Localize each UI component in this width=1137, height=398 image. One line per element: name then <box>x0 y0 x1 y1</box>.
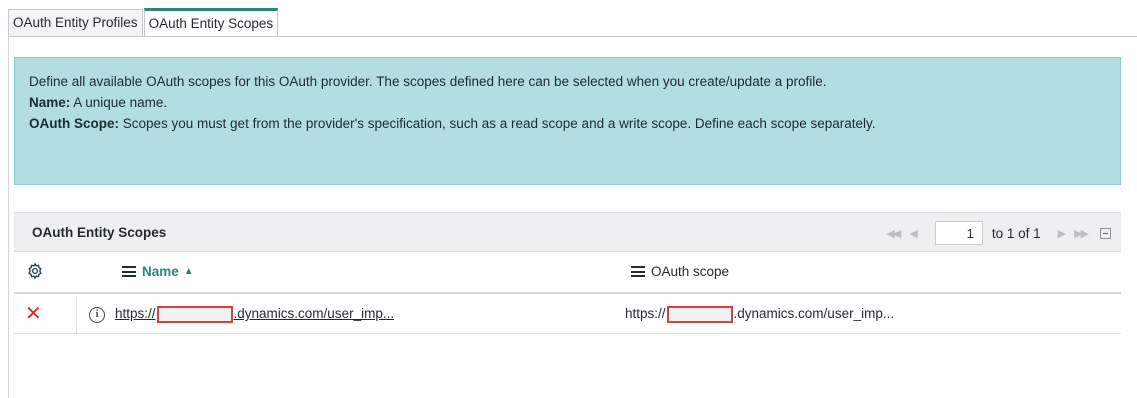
info-scope-label: OAuth Scope: <box>29 116 119 131</box>
tab-oauth-entity-scopes[interactable]: OAuth Entity Scopes <box>143 8 279 36</box>
column-scope-label[interactable]: OAuth scope <box>651 264 729 279</box>
table-row: ✕ i https:// .dynamics.com/user_imp... ht… <box>14 296 1121 334</box>
row-divider <box>76 296 77 333</box>
column-header-name[interactable]: Name ▲ <box>122 264 194 279</box>
page-number-input[interactable] <box>934 221 983 245</box>
column-header-row: Name ▲ OAuth scope <box>14 252 1121 294</box>
related-list-title: OAuth Entity Scopes <box>32 224 167 240</box>
info-scope-text: Scopes you must get from the provider's … <box>119 116 876 131</box>
column-header-oauth-scope[interactable]: OAuth scope <box>631 264 729 279</box>
name-suffix[interactable]: .dynamics.com/user_imp... <box>234 306 395 321</box>
scope-prefix: https:// <box>625 306 666 322</box>
tab-bar: OAuth Entity Profiles OAuth Entity Scope… <box>8 8 279 36</box>
oauth-scope-value: https:// .dynamics.com/user_imp... <box>625 306 894 323</box>
menu-icon[interactable] <box>631 266 645 277</box>
page-range-text: to 1 of 1 <box>991 225 1041 241</box>
next-page-icon[interactable]: ▶ <box>1058 227 1067 240</box>
related-list-header: OAuth Entity Scopes ◀◀ ◀ to 1 of 1 ▶ ▶▶ <box>14 212 1121 252</box>
form-left-border <box>8 36 9 398</box>
first-page-icon[interactable]: ◀◀ <box>886 227 901 240</box>
info-icon[interactable]: i <box>89 307 105 323</box>
gear-icon[interactable] <box>26 262 44 280</box>
scope-suffix: .dynamics.com/user_imp... <box>733 306 895 322</box>
delete-icon[interactable]: ✕ <box>25 304 42 324</box>
column-name-label[interactable]: Name <box>142 264 179 279</box>
previous-page-icon[interactable]: ◀ <box>909 227 918 240</box>
tab-oauth-entity-profiles[interactable]: OAuth Entity Profiles <box>8 9 143 36</box>
info-name-label: Name: <box>29 95 71 110</box>
tab-divider <box>8 36 1137 37</box>
name-link[interactable]: https:// .dynamics.com/user_imp... <box>115 306 394 323</box>
sort-ascending-icon[interactable]: ▲ <box>184 266 194 277</box>
last-page-icon[interactable]: ▶▶ <box>1074 227 1089 240</box>
info-name-line: Name: A unique name. <box>29 92 1106 113</box>
info-name-text: A unique name. <box>70 95 168 110</box>
pagination: ◀◀ ◀ to 1 of 1 ▶ ▶▶ <box>881 213 1121 253</box>
name-prefix[interactable]: https:// <box>115 306 156 321</box>
info-description: Define all available OAuth scopes for th… <box>29 74 827 89</box>
menu-icon[interactable] <box>122 266 136 277</box>
redacted-region <box>156 306 233 323</box>
redacted-region <box>666 306 733 323</box>
info-message-box: Define all available OAuth scopes for th… <box>14 57 1121 185</box>
collapse-icon[interactable] <box>1100 227 1111 239</box>
info-scope-line: OAuth Scope: Scopes you must get from th… <box>29 113 1106 134</box>
